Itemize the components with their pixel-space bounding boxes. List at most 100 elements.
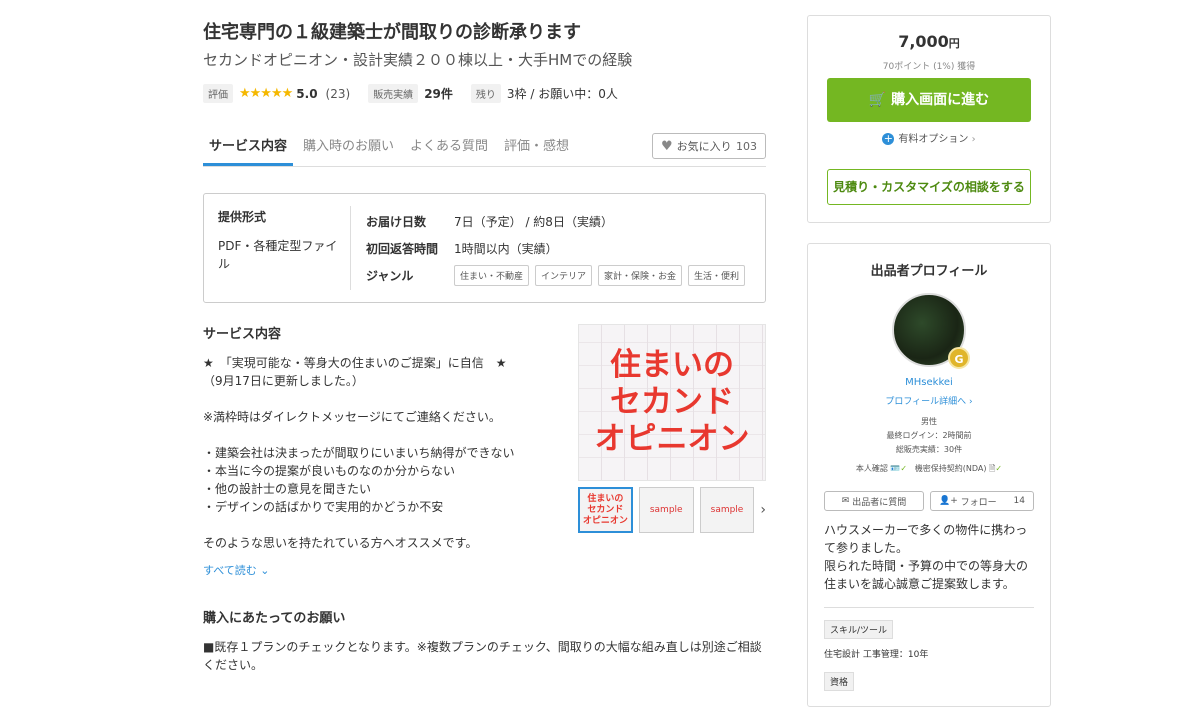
tab-purchase-notes[interactable]: 購入時のお願い — [297, 135, 400, 166]
seller-info: 男性 最終ログイン：2時間前 総販売実績：30件 — [808, 415, 1050, 457]
reply-value: 1時間以内（実績） — [454, 242, 558, 256]
paid-option-label: 有料オプション — [898, 134, 969, 145]
seller-bio: ハウスメーカーで多くの物件に携わって参りました。 限られた時間・予算の中での等身… — [824, 523, 1029, 591]
follow-label: フォロー — [960, 497, 997, 508]
avatar[interactable]: G — [892, 293, 970, 369]
id-card-icon: 🪪 — [890, 464, 901, 473]
description-line: （9月17日に更新しました。） — [203, 374, 364, 388]
main-image-line: セカンド — [610, 384, 734, 420]
star-icon: ★★★★★ — [239, 86, 293, 101]
description-line: ・本当に今の提案が良いものなのか分からない — [203, 464, 456, 478]
profile-link[interactable]: プロフィール詳細へ › — [808, 394, 1050, 407]
meta-row: 評価 ★★★★★ 5.0 (23) 販売実績 29件 残り 3枠 / お願い中：… — [203, 84, 766, 103]
purchase-notes-heading: 購入にあたってのお願い — [203, 611, 346, 626]
service-info-box: 提供形式 PDF・各種定型ファイル お届け日数 7日（予定） / 約8日（実績）… — [203, 193, 766, 303]
favorite-button[interactable]: ♥ お気に入り 103 — [652, 133, 766, 159]
description-heading: サービス内容 — [203, 327, 282, 342]
reply-label: 初回返答時間 — [366, 242, 439, 256]
tab-faq[interactable]: よくある質問 — [404, 135, 494, 166]
rating-tag: 評価 — [203, 84, 233, 103]
nda-label: 機密保持契約(NDA) — [914, 464, 987, 473]
read-more-link[interactable]: すべて読む ⌄ — [203, 562, 563, 580]
purchase-box: 7,000円 70ポイント (1%) 獲得 🛒 購入画面に進む + 有料オプション… — [807, 15, 1051, 223]
divider — [824, 607, 1034, 608]
thumbnail-3[interactable]: sample — [699, 487, 755, 533]
thumbnail-row: 住まいの セカンド オピニオン sample sample › — [578, 487, 766, 533]
profile-link-label: プロフィール詳細へ — [885, 397, 967, 407]
skill-value: 住宅設計 工事管理：10年 — [824, 650, 929, 660]
info-divider — [350, 206, 351, 290]
genre-tag[interactable]: インテリア — [535, 265, 593, 286]
seller-gender: 男性 — [921, 417, 937, 426]
chevron-right-icon: › — [969, 397, 973, 407]
thumbnail-1[interactable]: 住まいの セカンド オピニオン — [578, 487, 633, 533]
reply-row: 初回返答時間 1時間以内（実績） — [366, 235, 751, 262]
description-line — [203, 390, 563, 408]
price-value: 7,000 — [898, 32, 949, 51]
price: 7,000円 — [808, 32, 1050, 51]
price-currency: 円 — [948, 37, 960, 50]
identity-label: 本人確認 — [855, 464, 888, 473]
description-line: そのような思いを持たれている方へオススメです。 — [203, 536, 478, 550]
chevron-right-icon: › — [971, 134, 976, 145]
genre-label: ジャンル — [366, 269, 414, 283]
verification-row: 本人確認 🪪✓ 機密保持契約(NDA) 🗎✓ — [808, 463, 1050, 477]
description-line: ・建築会社は決まったが間取りにいまいち納得ができない — [203, 446, 515, 460]
follow-count: 14 — [1013, 496, 1025, 506]
description-line: ・他の設計士の意見を聞きたい — [203, 482, 372, 496]
follow-button[interactable]: 👤+ フォロー 14 — [930, 491, 1034, 511]
favorite-label: お気に入り — [676, 140, 732, 153]
rating-score: 5.0 — [296, 86, 318, 101]
image-gallery: 住まいの セカンド オピニオン 住まいの セカンド オピニオン sample s… — [578, 324, 766, 533]
thumbnail-label: sample — [649, 504, 683, 515]
main-column: 住宅専門の１級建築士が間取りの診断承ります セカンドオピニオン・設計実績２００棟… — [203, 20, 766, 303]
delivery-value: 7日（予定） / 約8日（実績） — [454, 215, 613, 229]
qualification-tag: 資格 — [824, 672, 855, 691]
description-line: ※満枠時はダイレクトメッセージにてご連絡ください。 — [203, 410, 501, 424]
seller-last-login: 最終ログイン：2時間前 — [886, 431, 972, 440]
ask-seller-label: 出品者に質問 — [852, 497, 907, 508]
genre-row: ジャンル 住まい・不動産 インテリア 家計・保険・お金 生活・便利 — [366, 262, 751, 289]
favorite-count: 103 — [736, 139, 757, 153]
consult-button[interactable]: 見積り・カスタマイズの相談をする — [827, 169, 1031, 205]
description-line: ★ 「実現可能な・等身大の住まいのご提案」に自信 ★ — [203, 356, 507, 370]
seller-name[interactable]: MHsekkei — [808, 377, 1050, 388]
tab-reviews[interactable]: 評価・感想 — [498, 135, 575, 166]
chevron-right-icon[interactable]: › — [760, 502, 766, 518]
format-value: PDF・各種定型ファイル — [218, 239, 338, 271]
add-user-icon: 👤+ — [939, 496, 958, 506]
check-icon: ✓ — [995, 464, 1003, 473]
seller-actions: ✉ 出品者に質問 👤+ フォロー 14 — [808, 491, 1050, 511]
seller-profile: 出品者プロフィール G MHsekkei プロフィール詳細へ › 男性 最終ログ… — [807, 243, 1051, 707]
seller-total-sales: 総販売実績：30件 — [895, 445, 963, 454]
tab-service[interactable]: サービス内容 — [203, 135, 294, 166]
remain-value: 3枠 / お願い中：0人 — [506, 87, 618, 101]
seller-heading: 出品者プロフィール — [870, 264, 988, 279]
info-details: お届け日数 7日（予定） / 約8日（実績） 初回返答時間 1時間以内（実績） … — [366, 208, 751, 289]
thumbnail-2[interactable]: sample — [638, 487, 694, 533]
genre-tag[interactable]: 家計・保険・お金 — [598, 265, 683, 286]
thumbnail-line: オピニオン — [582, 515, 628, 526]
points-text: 70ポイント (1%) 獲得 — [882, 62, 976, 72]
paid-option-link[interactable]: + 有料オプション › — [808, 130, 1050, 145]
buy-button[interactable]: 🛒 購入画面に進む — [827, 78, 1031, 122]
genre-tag[interactable]: 生活・便利 — [688, 265, 746, 286]
description-line — [203, 426, 563, 444]
main-image[interactable]: 住まいの セカンド オピニオン — [578, 324, 766, 481]
cart-icon: 🛒 — [868, 92, 887, 108]
thumbnail-line: 住まいの — [587, 493, 624, 504]
read-more-label: すべて読む — [203, 564, 257, 577]
ask-seller-button[interactable]: ✉ 出品者に質問 — [824, 491, 924, 511]
delivery-label: お届け日数 — [366, 215, 427, 229]
buy-button-label: 購入画面に進む — [891, 92, 990, 108]
genre-tag[interactable]: 住まい・不動産 — [454, 265, 530, 286]
tab-bar: サービス内容 購入時のお願い よくある質問 評価・感想 ♥ お気に入り 103 — [203, 125, 766, 167]
page-title: 住宅専門の１級建築士が間取りの診断承ります — [203, 22, 581, 43]
check-icon: ✓ — [900, 464, 908, 473]
rank-badge: G — [948, 347, 970, 369]
description-line — [203, 516, 563, 534]
main-image-line: オピニオン — [594, 421, 750, 457]
rating-count[interactable]: (23) — [326, 87, 351, 101]
format-block: 提供形式 PDF・各種定型ファイル — [218, 208, 338, 273]
mail-icon: ✉ — [841, 496, 850, 506]
